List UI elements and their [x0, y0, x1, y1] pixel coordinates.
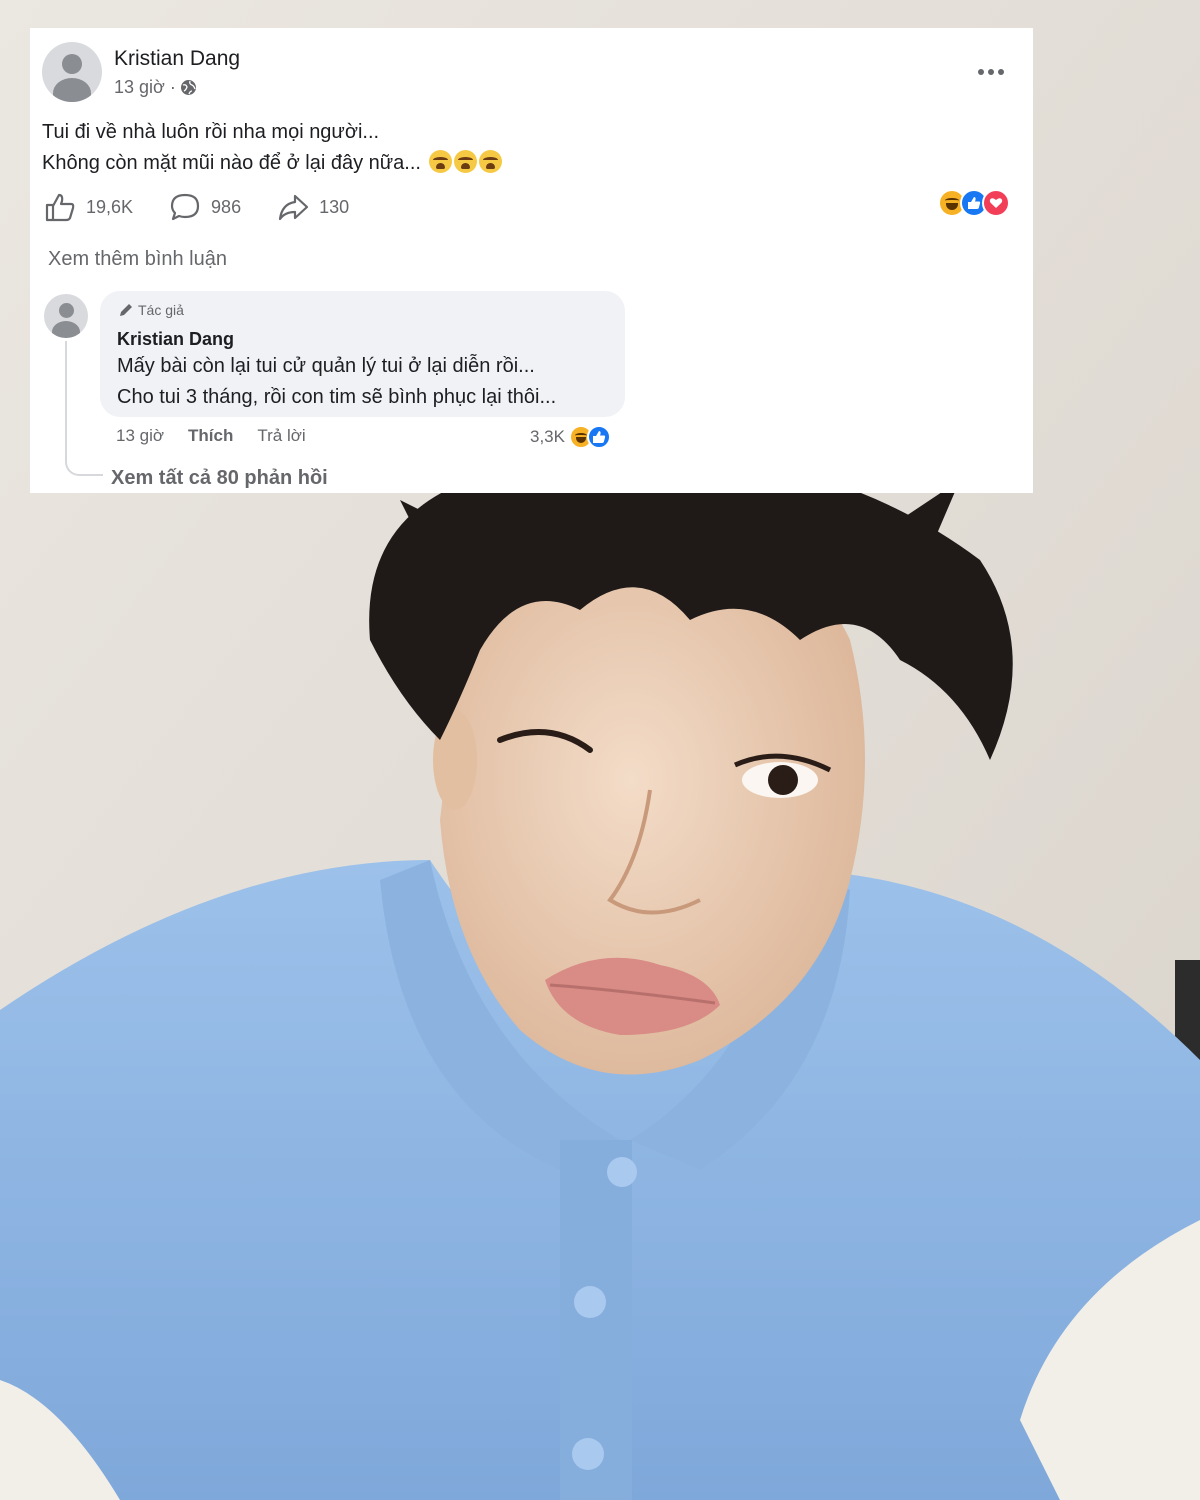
like-count: 19,6K — [86, 196, 134, 217]
post-text: Tui đi về nhà luôn rồi nha mọi người... … — [42, 117, 502, 179]
more-options-icon[interactable] — [975, 58, 1007, 86]
comment-author-name[interactable]: Kristian Dang — [117, 329, 234, 350]
post-reactions[interactable] — [938, 189, 1010, 217]
comment-reply-button[interactable]: Trả lời — [257, 426, 305, 446]
comment-bubble: Tác giả Kristian Dang Mấy bài còn lại tu… — [100, 291, 625, 417]
view-more-comments-link[interactable]: Xem thêm bình luận — [48, 248, 227, 271]
like-icon — [45, 193, 75, 222]
comment-icon — [170, 193, 200, 221]
comment-reactions[interactable]: 3,3K — [530, 425, 611, 449]
globe-icon — [180, 79, 197, 96]
reply-thread-line — [65, 341, 103, 476]
comment-button[interactable]: 986 — [169, 192, 241, 222]
post-meta: 13 giờ · — [114, 77, 197, 98]
comment-text: Mấy bài còn lại tui cử quản lý tui ở lại… — [117, 351, 556, 413]
avatar-head-shape — [59, 303, 74, 318]
comment-author-avatar[interactable] — [44, 294, 88, 338]
like-button[interactable]: 19,6K — [44, 192, 133, 222]
post-text-line: Không còn mặt mũi nào để ở lại đây nữa..… — [42, 152, 421, 174]
author-badge-label: Tác giả — [138, 302, 184, 318]
crying-emoji-icon — [478, 150, 502, 173]
share-button[interactable]: 130 — [277, 192, 349, 222]
pencil-icon — [120, 304, 132, 316]
crying-emoji-icon — [453, 150, 477, 173]
post-author-name[interactable]: Kristian Dang — [114, 47, 240, 71]
comment-count: 986 — [211, 196, 242, 217]
comment-reaction-count: 3,3K — [530, 427, 565, 446]
post-text-line: Tui đi về nhà luôn rồi nha mọi người... — [42, 121, 380, 143]
post-time[interactable]: 13 giờ · — [114, 77, 176, 98]
comment-text-line: Mấy bài còn lại tui cử quản lý tui ở lại… — [117, 355, 535, 377]
crying-emoji-icon — [428, 150, 452, 173]
dot-icon — [998, 69, 1004, 75]
avatar-body-shape — [53, 78, 91, 102]
comment-actions: 13 giờ Thích Trả lời — [116, 426, 306, 446]
love-reaction-icon — [982, 189, 1010, 217]
comment-like-button[interactable]: Thích — [188, 426, 233, 446]
author-badge: Tác giả — [118, 302, 184, 318]
dot-icon — [988, 69, 994, 75]
dot-icon — [978, 69, 984, 75]
post-action-row: 19,6K 986 130 — [44, 190, 385, 224]
facebook-post-card: Kristian Dang 13 giờ · Tui đi về nhà luô… — [30, 28, 1033, 493]
post-author-avatar[interactable] — [42, 42, 102, 102]
share-icon — [278, 194, 309, 221]
like-reaction-icon — [586, 425, 611, 449]
avatar-head-shape — [62, 54, 82, 74]
comment-text-line: Cho tui 3 tháng, rồi con tim sẽ bình phụ… — [117, 386, 557, 408]
avatar-body-shape — [52, 321, 80, 338]
post-text-line-with-emoji: Không còn mặt mũi nào để ở lại đây nữa..… — [42, 148, 502, 179]
view-all-replies-link[interactable]: Xem tất cả 80 phản hồi — [111, 467, 328, 490]
share-count: 130 — [319, 196, 350, 217]
comment-time[interactable]: 13 giờ — [116, 426, 164, 446]
